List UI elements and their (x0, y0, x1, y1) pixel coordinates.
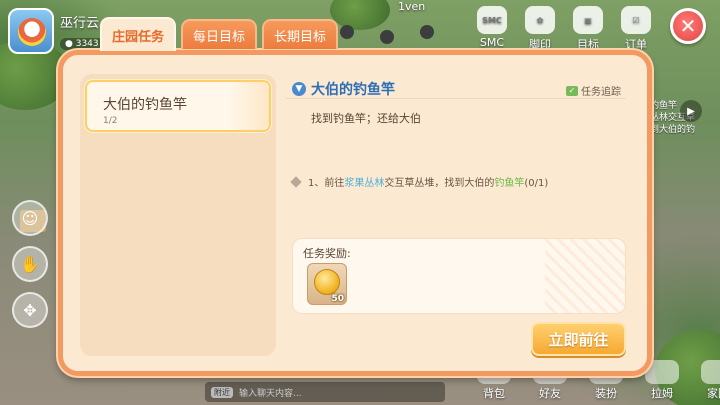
close-button[interactable]: ✕ (670, 8, 706, 44)
tab-daily-goals[interactable]: 每日目标 (181, 19, 258, 49)
avatar[interactable] (8, 8, 54, 54)
paw-print-button[interactable]: ✿ 脚印 (518, 6, 562, 52)
rock-decoration (420, 25, 434, 39)
target-card-icon: ▣ (573, 6, 603, 34)
order-button[interactable]: ☑ 订单 (614, 6, 658, 52)
tab-label: 庄园任务 (112, 29, 165, 45)
compass-button[interactable]: ✥ (12, 292, 48, 328)
compass-icon: ✥ (23, 300, 37, 320)
task-list-title: 大伯的钓鱼竿 (103, 97, 187, 113)
tab-label: 每日目标 (193, 29, 246, 45)
task-list-progress: 1/2 (103, 116, 118, 126)
hand-action-button[interactable]: ✋ (12, 246, 48, 282)
smc-button[interactable]: SMC SMC (470, 6, 514, 52)
tree-decoration (330, 0, 390, 30)
step-text: 1、前往浆果丛林交互草丛堆，找到大伯的钓鱼竿(0/1) (308, 174, 548, 189)
tab-manor-tasks[interactable]: 庄园任务 (100, 17, 177, 51)
paw-print-icon: ✿ (525, 6, 555, 34)
chat-bar[interactable]: 附近 输入聊天内容... (205, 382, 445, 402)
coin-count: 3343 (75, 39, 99, 49)
emote-button[interactable]: ☺ (12, 200, 48, 236)
reward-title: 任务奖励: (303, 247, 351, 260)
left-action-buttons: ☺ ✋ ✥ (12, 200, 48, 328)
target-button[interactable]: ▣ 目标 (566, 6, 610, 52)
gold-coin-icon (314, 269, 340, 295)
task-detail-title: ▼ 大伯的钓鱼竿 (292, 79, 395, 99)
close-icon: ✕ (679, 14, 697, 38)
tab-label: 长期目标 (274, 29, 327, 45)
task-description: 找到钓鱼竿；还给大伯 (311, 112, 421, 125)
title-divider (286, 98, 626, 99)
home-label: 家园 (707, 387, 720, 400)
rock-decoration (340, 25, 354, 39)
tab-long-term-goals[interactable]: 长期目标 (262, 19, 339, 49)
chat-input[interactable]: 输入聊天内容... (239, 386, 302, 399)
smile-icon: ☺ (21, 208, 39, 228)
home-button[interactable]: 家园 (694, 360, 720, 401)
task-list-item[interactable]: 大伯的钓鱼竿 1/2 (85, 80, 271, 132)
top-center-label: 1ven (398, 0, 426, 13)
chat-channel-tag[interactable]: 附近 (211, 386, 233, 398)
rock-decoration (380, 30, 394, 44)
tracker-line: 到大伯的钓 (650, 125, 696, 135)
lahm-label: 拉姆 (651, 387, 673, 400)
step-middle: 交互草丛堆，找到大伯的 (384, 178, 495, 189)
step-prefix: 1、前往 (308, 178, 345, 189)
task-card-decoration (229, 82, 269, 130)
track-label: 任务追踪 (581, 87, 621, 98)
expand-tracker-button[interactable]: ▶ (680, 100, 702, 122)
hand-icon: ✋ (20, 254, 40, 274)
order-list-icon: ☑ (621, 6, 651, 34)
dress-label: 装扮 (595, 387, 617, 400)
step-bullet-icon (290, 175, 302, 188)
coin-counter: ● 3343 (60, 38, 104, 50)
top-icon-bar: SMC SMC ✿ 脚印 ▣ 目标 ☑ 订单 (470, 6, 658, 52)
checkbox-icon[interactable]: ✓ (566, 85, 578, 96)
player-info[interactable]: 巫行云 ● 3343 (8, 8, 104, 54)
friends-label: 好友 (539, 387, 561, 400)
task-title-text: 大伯的钓鱼竿 (311, 82, 395, 98)
task-step: 1、前往浆果丛林交互草丛堆，找到大伯的钓鱼竿(0/1) (290, 174, 548, 189)
smc-badge-icon: SMC (477, 6, 507, 34)
step-location[interactable]: 浆果丛林 (344, 178, 384, 189)
tab-bar: 庄园任务 每日目标 长期目标 (100, 17, 339, 51)
go-now-button[interactable]: 立即前往 (531, 322, 626, 356)
home-icon (701, 360, 720, 384)
bag-label: 背包 (483, 387, 505, 400)
player-name: 巫行云 (60, 16, 100, 31)
task-marker-icon: ▼ (292, 82, 306, 96)
reward-item-slot[interactable]: 50 (307, 263, 347, 305)
step-progress: (0/1) (524, 178, 549, 189)
smc-label: SMC (479, 36, 505, 49)
reward-quantity: 50 (331, 294, 344, 304)
step-item: 钓鱼竿 (494, 178, 525, 189)
task-tracking-toggle[interactable]: ✓ 任务追踪 (566, 83, 621, 98)
play-arrow-icon: ▶ (687, 105, 695, 117)
reward-box: 任务奖励: 50 (292, 238, 626, 314)
